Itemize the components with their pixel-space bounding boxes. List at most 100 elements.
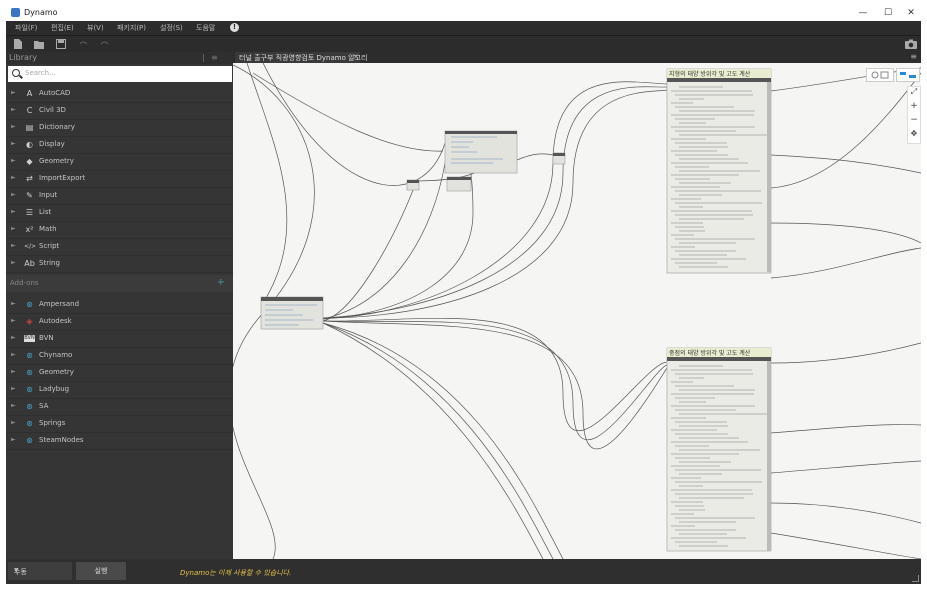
number-node[interactable] [406, 179, 420, 191]
pan-icon[interactable]: ✥ [908, 129, 920, 143]
open-file-icon[interactable] [34, 39, 44, 49]
maximize-button[interactable]: ☐ [877, 6, 899, 20]
tab-workspace[interactable]: 터널 출구부 직광영향검토 Dynamo 알고리 ✕ [235, 52, 367, 63]
library-pin-icon[interactable]: | [202, 53, 205, 62]
slider-node[interactable] [446, 176, 472, 192]
expand-arrow-icon: ► [11, 385, 16, 392]
menu-help[interactable]: 도움말 [196, 23, 215, 33]
status-message: Dynamo는 이제 사용할 수 있습니다. [180, 569, 292, 577]
expand-arrow-icon: ► [11, 317, 16, 324]
run-button[interactable]: 실행 [76, 562, 126, 580]
library-item-input[interactable]: ► ✎ Input [6, 187, 233, 205]
expand-arrow-icon: ► [11, 402, 16, 409]
addon-autodesk[interactable]: ► ◈ Autodesk [6, 313, 233, 331]
graph-canvas[interactable]: 지형의 태양 방위각 및 고도 계산 중점의 태양 방위각 및 고도 계산 ⤢ … [233, 63, 921, 559]
camera-icon[interactable] [905, 39, 917, 49]
python-node-top[interactable] [666, 68, 772, 274]
connector-wires [233, 63, 921, 559]
addon-geometry[interactable]: ► ⊛ Geometry [6, 364, 233, 382]
library-item-label: Display [39, 140, 65, 148]
package-icon: ⊛ [26, 385, 33, 394]
menu-edit[interactable]: 편집(E) [51, 23, 74, 33]
addon-springs[interactable]: ► ⊛ Springs [6, 415, 233, 433]
addon-label: Ladybug [39, 385, 70, 393]
addon-label: Geometry [39, 368, 74, 376]
new-file-icon[interactable] [13, 39, 23, 49]
bvn-icon: BVN [24, 335, 35, 342]
library-item-autocad[interactable]: ► A AutoCAD [6, 85, 233, 103]
library-item-label: List [39, 208, 52, 216]
watch-node[interactable] [552, 152, 566, 165]
expand-arrow-icon: ► [11, 300, 16, 307]
addon-chynamo[interactable]: ► ⊛ Chynamo [6, 347, 233, 365]
addon-ladybug[interactable]: ► ⊛ Ladybug [6, 381, 233, 399]
library-item-civil3d[interactable]: ► C Civil 3D [6, 102, 233, 120]
search-input[interactable]: Search... [25, 69, 56, 77]
save-icon[interactable] [56, 39, 66, 49]
input-code-block-node[interactable] [260, 296, 324, 330]
addons-title: Add-ons [10, 279, 39, 287]
undo-icon[interactable] [78, 39, 88, 49]
library-item-dictionary[interactable]: ► ▤ Dictionary [6, 119, 233, 137]
autodesk-icon: ◈ [26, 317, 33, 326]
addon-label: BVN [39, 334, 54, 342]
dictionary-icon: ▤ [25, 123, 34, 132]
code-block-node[interactable] [444, 130, 518, 174]
add-package-button[interactable]: + [217, 277, 225, 288]
python-node-bottom[interactable] [666, 347, 772, 552]
geometry-icon: ◆ [26, 157, 33, 166]
addon-bvn[interactable]: ► BVN BVN [6, 330, 233, 348]
addon-sa[interactable]: ► ⊛ SA [6, 398, 233, 416]
library-item-label: Math [39, 225, 57, 233]
expand-arrow-icon: ► [11, 191, 16, 198]
library-item-label: Civil 3D [39, 106, 66, 114]
expand-arrow-icon: ► [11, 208, 16, 215]
tab-menu-icon[interactable]: ≡ [910, 52, 917, 61]
resize-grip-icon[interactable] [912, 575, 919, 582]
graph-view-toggle[interactable] [896, 68, 920, 82]
expand-arrow-icon: ► [11, 242, 16, 249]
addon-label: Autodesk [39, 317, 72, 325]
geometry-view-toggle[interactable] [866, 68, 894, 82]
addon-label: Chynamo [39, 351, 73, 359]
zoom-fit-icon[interactable]: ⤢ [908, 87, 920, 101]
library-panel: Library | ≡ Search... ► A AutoCAD ► C Civil … [6, 52, 233, 559]
menu-view[interactable]: 뷰(V) [87, 23, 104, 33]
run-mode-select[interactable]: 수동 ▼ [8, 562, 72, 580]
importexport-icon: ⇄ [26, 174, 33, 183]
graph-view-icon [900, 72, 916, 78]
display-icon: ◐ [26, 140, 33, 149]
library-filter-icon[interactable]: ≡ [211, 53, 218, 62]
expand-arrow-icon: ► [11, 89, 16, 96]
library-item-string[interactable]: ► Ab String [6, 255, 233, 273]
expand-arrow-icon: ► [11, 436, 16, 443]
menu-file[interactable]: 파일(F) [15, 23, 37, 33]
library-item-math[interactable]: ► x² Math [6, 221, 233, 239]
python-node-bottom-title: 중점의 태양 방위각 및 고도 계산 [669, 350, 751, 357]
library-item-list[interactable]: ► ☰ List [6, 204, 233, 222]
tab-close-icon[interactable]: ✕ [353, 53, 359, 61]
library-item-script[interactable]: ► </> Script [6, 238, 233, 256]
library-item-label: ImportExport [39, 174, 86, 182]
string-icon: Ab [24, 259, 35, 268]
dynamo-logo-icon [11, 8, 20, 17]
info-icon[interactable]: ! [230, 23, 239, 32]
menu-packages[interactable]: 패키지(P) [117, 23, 146, 33]
close-button[interactable]: ✕ [900, 6, 922, 20]
menu-settings[interactable]: 설정(S) [160, 23, 183, 33]
package-icon: ⊛ [26, 300, 33, 309]
library-item-display[interactable]: ► ◐ Display [6, 136, 233, 154]
library-item-importexport[interactable]: ► ⇄ ImportExport [6, 170, 233, 188]
library-search[interactable]: Search... [8, 66, 232, 82]
redo-icon[interactable] [100, 39, 110, 49]
tab-label: 터널 출구부 직광영향검토 Dynamo 알고리 [239, 54, 368, 62]
zoom-in-icon[interactable]: + [908, 101, 920, 115]
addon-label: SA [39, 402, 49, 410]
addon-steamnodes[interactable]: ► ⊛ SteamNodes [6, 432, 233, 450]
zoom-out-icon[interactable]: − [908, 115, 920, 129]
library-item-geometry[interactable]: ► ◆ Geometry [6, 153, 233, 171]
addon-ampersand[interactable]: ► ⊛ Ampersand [6, 296, 233, 314]
minimize-button[interactable]: — [852, 6, 874, 20]
window-title: Dynamo [24, 8, 58, 17]
library-item-label: Dictionary [39, 123, 75, 131]
